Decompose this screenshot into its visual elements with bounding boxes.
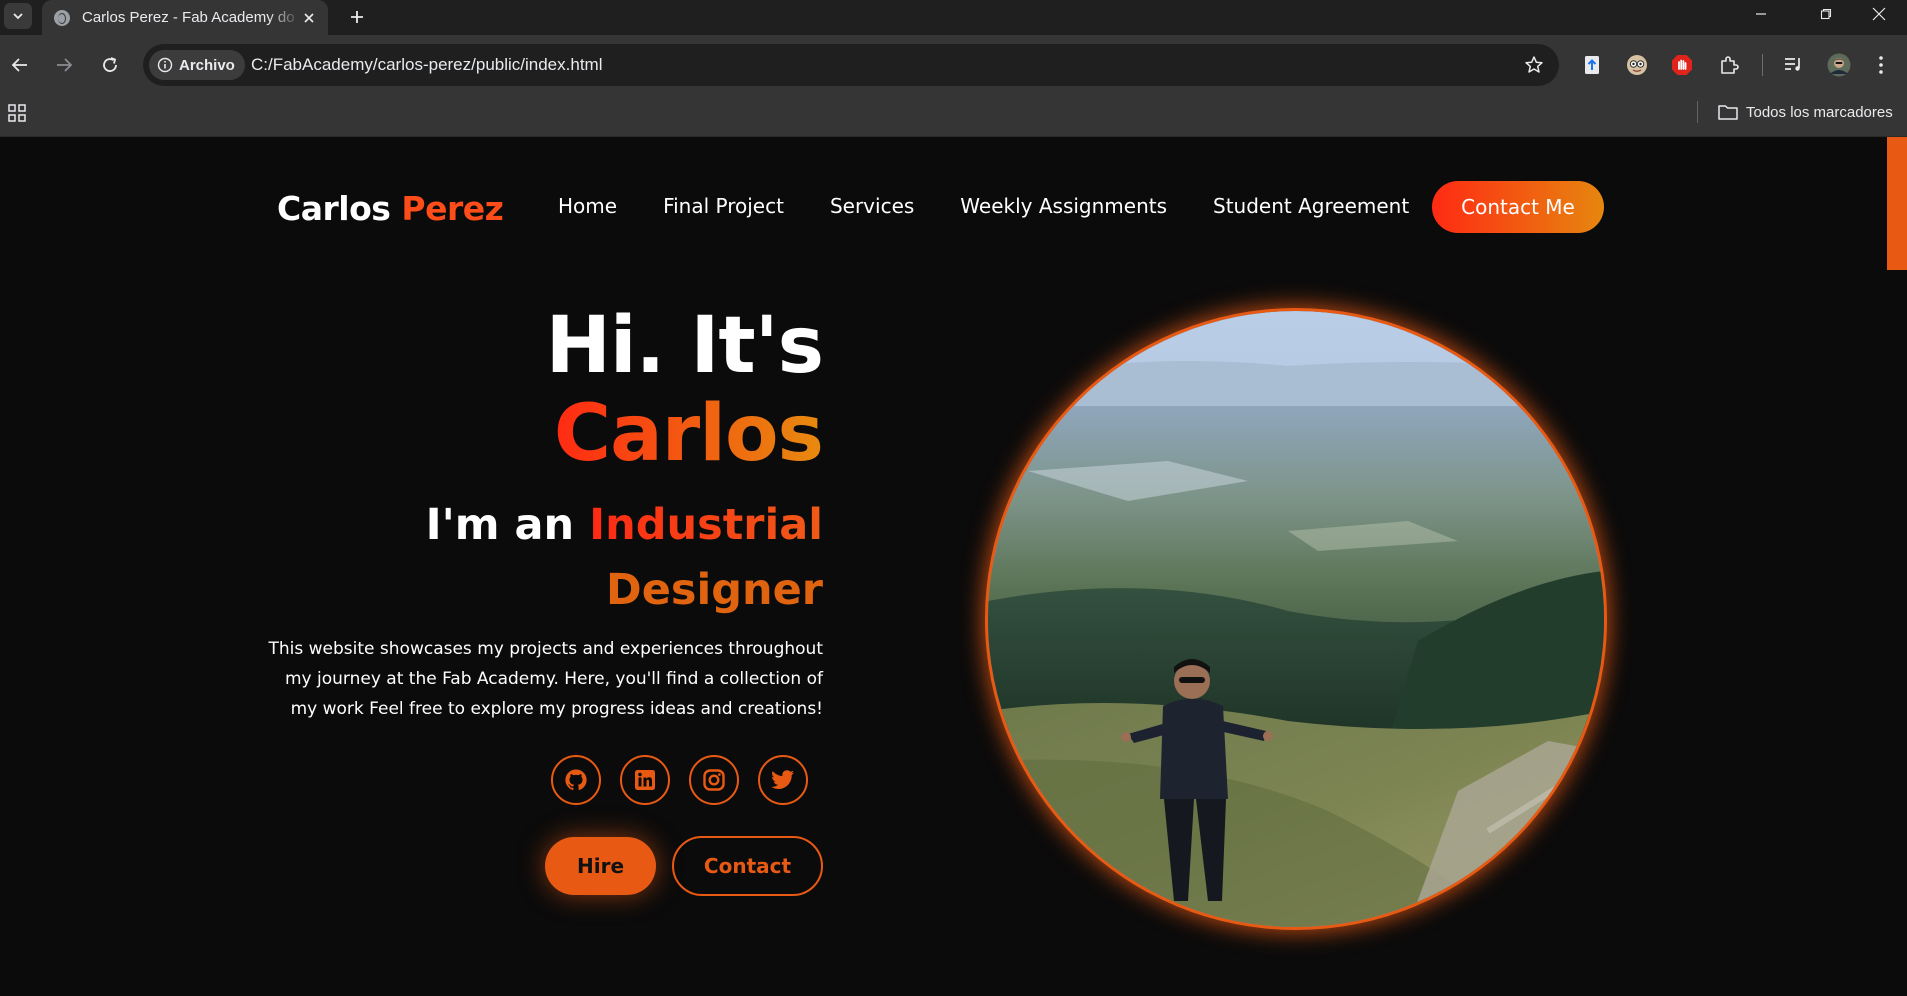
site-info-chip[interactable]: Archivo: [149, 50, 245, 80]
contact-me-button[interactable]: Contact Me: [1432, 181, 1604, 233]
page-scrollbar[interactable]: [1887, 137, 1907, 270]
back-button[interactable]: [6, 51, 34, 79]
contact-button[interactable]: Contact: [672, 836, 823, 896]
restore-icon: [1820, 8, 1832, 20]
site-logo[interactable]: Carlos Perez: [277, 189, 504, 228]
logo-last-name: Perez: [401, 189, 504, 228]
nav-student-agreement[interactable]: Student Agreement: [1213, 194, 1409, 218]
bookmark-star-button[interactable]: [1523, 54, 1545, 76]
role-highlight: Industrial: [589, 500, 823, 550]
social-links: [551, 755, 808, 805]
extension-avatar-button[interactable]: [1623, 51, 1651, 79]
cartoon-face-icon: [1627, 55, 1647, 75]
url-text[interactable]: C:/FabAcademy/carlos-perez/public/index.…: [251, 55, 602, 75]
minimize-icon: [1756, 13, 1766, 15]
profile-button[interactable]: [1825, 51, 1853, 79]
globe-icon: [54, 9, 70, 26]
hero-name: Carlos: [553, 389, 824, 479]
page-viewport: Carlos Perez Home Final Project Services…: [0, 137, 1907, 996]
extension-blocker-button[interactable]: [1668, 51, 1696, 79]
address-bar[interactable]: Archivo C:/FabAcademy/carlos-perez/publi…: [143, 44, 1559, 86]
linkedin-icon: [635, 770, 655, 790]
nav-final-project[interactable]: Final Project: [663, 194, 784, 218]
mountain-landscape-image: [988, 311, 1604, 927]
restore-button[interactable]: [1798, 0, 1854, 28]
extensions-menu-button[interactable]: [1715, 51, 1743, 79]
instagram-icon: [703, 769, 725, 791]
tab-title: Carlos Perez - Fab Academy do: [82, 9, 295, 26]
hero-role-line-2: Designer: [606, 565, 823, 615]
close-window-button[interactable]: [1851, 0, 1907, 28]
hero-greeting: Hi. It's: [545, 301, 824, 391]
minimize-button[interactable]: [1733, 0, 1789, 28]
site-info-label: Archivo: [179, 56, 235, 74]
all-bookmarks-button[interactable]: Todos los marcadores: [1718, 99, 1893, 125]
kebab-menu-icon: [1879, 56, 1883, 74]
close-icon: [304, 12, 314, 23]
logo-first-name: Carlos: [277, 189, 391, 228]
upload-extension-icon: [1585, 56, 1599, 74]
instagram-link[interactable]: [689, 755, 739, 805]
media-list-icon: [1785, 58, 1800, 71]
stop-hand-icon: [1672, 55, 1692, 75]
hire-button[interactable]: Hire: [545, 837, 656, 895]
tab-search-button[interactable]: [4, 3, 32, 29]
browser-tab-strip: Carlos Perez - Fab Academy do: [0, 0, 1907, 35]
nav-services[interactable]: Services: [830, 194, 914, 218]
puzzle-icon: [1721, 56, 1739, 74]
site-navigation: Home Final Project Services Weekly Assig…: [558, 194, 1409, 218]
bookmarks-divider: [1697, 101, 1698, 123]
apps-grid-icon: [8, 104, 26, 122]
avatar: [1827, 53, 1851, 77]
nav-home[interactable]: Home: [558, 194, 617, 218]
arrow-left-icon: [11, 58, 27, 72]
active-tab[interactable]: Carlos Perez - Fab Academy do: [42, 0, 328, 35]
arrow-right-icon: [57, 58, 73, 72]
apps-button[interactable]: [6, 102, 28, 124]
nav-weekly-assignments[interactable]: Weekly Assignments: [960, 194, 1167, 218]
info-icon: [157, 57, 173, 73]
chevron-down-icon: [13, 13, 23, 20]
reload-button[interactable]: [96, 51, 124, 79]
reload-icon: [103, 57, 117, 72]
close-icon: [1872, 7, 1886, 21]
twitter-link[interactable]: [758, 755, 808, 805]
extension-upload-button[interactable]: [1578, 51, 1606, 79]
all-bookmarks-label: Todos los marcadores: [1746, 103, 1893, 121]
twitter-icon: [771, 770, 794, 789]
folder-icon: [1718, 105, 1738, 120]
plus-icon: [351, 11, 363, 23]
close-tab-button[interactable]: [301, 9, 318, 27]
hero-bio: This website showcases my projects and e…: [268, 639, 823, 719]
star-icon: [1525, 56, 1543, 73]
linkedin-link[interactable]: [620, 755, 670, 805]
reading-list-button[interactable]: [1780, 51, 1808, 79]
profile-photo: [988, 311, 1604, 927]
hero-role-line-1: I'm an Industrial: [426, 493, 823, 557]
toolbar-divider: [1760, 51, 1764, 79]
new-tab-button[interactable]: [344, 4, 370, 30]
forward-button[interactable]: [50, 51, 78, 79]
github-link[interactable]: [551, 755, 601, 805]
role-prefix: I'm an: [425, 500, 575, 550]
chrome-menu-button[interactable]: [1867, 51, 1895, 79]
github-icon: [565, 769, 587, 791]
bookmarks-bar: Todos los marcadores: [0, 94, 1907, 137]
